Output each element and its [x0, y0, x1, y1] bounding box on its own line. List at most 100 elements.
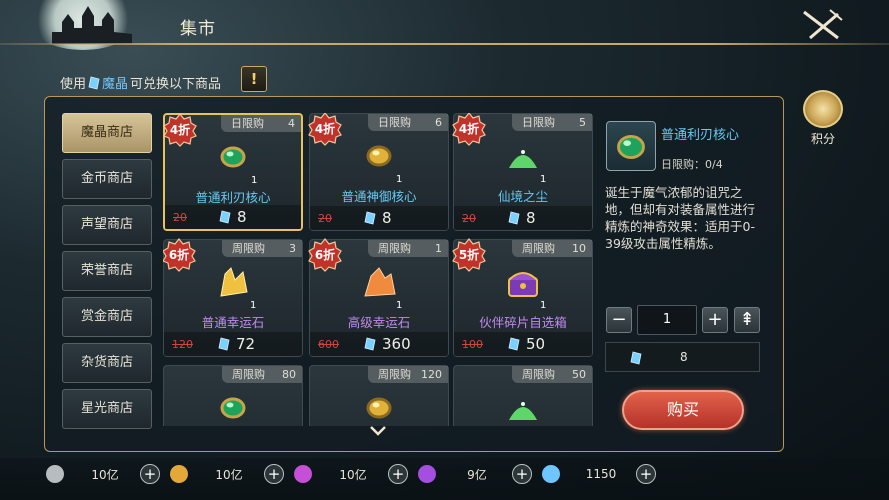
close-crossed-swords-icon[interactable]	[800, 8, 844, 44]
sale-price: 72	[236, 335, 256, 353]
item-name: 普通神御核心	[341, 189, 417, 204]
purchase-limit: 周限购 80	[222, 366, 302, 383]
quantity-max-button[interactable]: ⇞	[734, 307, 760, 333]
total-cost-value: 8	[680, 350, 688, 364]
purchase-limit: 周限购 10	[512, 240, 592, 257]
sidebar-item-grocery-shop[interactable]: 杂货商店	[62, 343, 152, 383]
currency-value: 1150	[585, 467, 617, 481]
detail-item-name: 普通利刃核心	[661, 128, 740, 143]
buy-button[interactable]: 购买	[622, 390, 744, 430]
item-card[interactable]: 周限购 3 6折 1 普通幸运石 120 72	[163, 238, 303, 357]
quantity-minus-button[interactable]: −	[606, 307, 632, 333]
add-currency-button[interactable]: +	[512, 464, 532, 484]
sale-price: 360	[382, 335, 411, 353]
item-quantity: 1	[540, 174, 547, 185]
item-card[interactable]: 周限购 1 6折 1 高级幸运石 600 360	[308, 238, 449, 357]
item-card[interactable]: 周限购1201	[309, 365, 449, 426]
hint-prefix: 使用	[60, 77, 87, 92]
limit-label: 周限购	[522, 242, 555, 255]
treasure-chest-icon	[508, 272, 538, 297]
sidebar-item-starlight-shop[interactable]: 星光商店	[62, 389, 152, 429]
currency-hint: 使用 魔晶 可兑换以下商品	[60, 73, 221, 92]
purchase-limit: 日限购 4	[221, 115, 301, 132]
discount-badge: 4折	[452, 113, 486, 146]
add-currency-button[interactable]: +	[140, 464, 160, 484]
original-price: 120	[172, 337, 193, 351]
header-divider	[0, 43, 889, 45]
item-name: 仙境之尘	[497, 189, 548, 204]
discount-label: 6折	[168, 248, 190, 262]
add-currency-button[interactable]: +	[636, 464, 656, 484]
quantity-input[interactable]: 1	[637, 305, 697, 335]
crystal-icon	[219, 210, 231, 224]
limit-label: 周限购	[522, 368, 555, 381]
discount-label: 5折	[458, 248, 480, 262]
green-dust-icon	[509, 402, 537, 420]
sidebar-item-honor-shop[interactable]: 荣誉商店	[62, 251, 152, 291]
limit-count: 6	[435, 116, 442, 129]
yellow-crystal-icon	[220, 267, 248, 297]
add-currency-button[interactable]: +	[264, 464, 284, 484]
item-name: 高级幸运石	[347, 315, 411, 330]
currency-item: 10亿 +	[46, 463, 160, 485]
discount-label: 6折	[314, 248, 336, 262]
currency-value: 10亿	[215, 467, 243, 482]
price-row: 100 50	[454, 332, 592, 356]
crystal-icon	[508, 337, 520, 351]
sidebar-item-bounty-shop[interactable]: 赏金商店	[62, 297, 152, 337]
item-card[interactable]: 日限购 5 4折 1 仙境之尘 20 8	[452, 113, 593, 231]
item-quantity: 1	[250, 300, 257, 311]
item-grid: 日限购 4 4折 1 普通利刃核心 20 8 日限购 6 4折 1 普通神御核心 20 8 日限购 5 4折 1 仙…	[163, 113, 593, 426]
purchase-limit: 日限购 6	[368, 114, 448, 131]
points-button[interactable]: 积分	[800, 90, 846, 148]
purchase-limit: 日限购 5	[512, 114, 592, 131]
sidebar-item-reputation-shop[interactable]: 声望商店	[62, 205, 152, 245]
limit-count: 120	[421, 368, 442, 381]
purchase-limit: 周限购 3	[222, 240, 302, 257]
crystal-icon	[218, 337, 230, 351]
currency-item: 1150 +	[542, 463, 656, 485]
price-row: 600 360	[310, 332, 448, 356]
original-price: 100	[462, 337, 483, 351]
limit-label: 日限购	[522, 116, 555, 129]
discount-badge: 5折	[452, 238, 486, 272]
item-card[interactable]: 日限购 6 4折 1 普通神御核心 20 8	[308, 113, 449, 231]
original-price: 20	[462, 211, 476, 225]
discount-badge: 6折	[163, 238, 196, 272]
item-card[interactable]: 日限购 4 4折 1 普通利刃核心 20 8	[163, 113, 303, 231]
green-gem-icon	[220, 146, 246, 168]
item-quantity: 1	[396, 174, 403, 185]
discount-label: 4折	[169, 123, 191, 137]
add-currency-button[interactable]: +	[388, 464, 408, 484]
currency-item: 9亿 +	[418, 463, 532, 485]
orange-crystal-icon	[364, 267, 396, 297]
sale-price: 50	[526, 335, 546, 353]
original-price: 20	[318, 211, 332, 225]
quantity-plus-button[interactable]: +	[702, 307, 728, 333]
item-quantity: 1	[396, 300, 403, 311]
crystal-icon	[508, 211, 520, 225]
sidebar-item-magic-crystal-shop[interactable]: 魔晶商店	[62, 113, 152, 153]
limit-label: 日限购	[231, 117, 264, 130]
item-card[interactable]: 周限购501	[453, 365, 593, 426]
limit-count: 4	[288, 117, 295, 130]
green-dust-icon	[509, 150, 537, 168]
chevron-down-icon[interactable]	[369, 425, 387, 437]
gold-gem-icon	[366, 145, 392, 167]
price-row: 20 8	[165, 205, 301, 229]
item-card[interactable]: 周限购 10 5折 1 伙伴碎片自选箱 100 50	[452, 238, 593, 357]
points-label: 积分	[810, 132, 835, 146]
castle-silhouette-icon	[52, 6, 132, 44]
currency-item: 10亿 +	[294, 463, 408, 485]
currency-value: 9亿	[467, 467, 487, 482]
original-price: 600	[318, 337, 339, 351]
gold-gem-icon	[366, 397, 392, 419]
limit-count: 1	[435, 242, 442, 255]
item-card[interactable]: 周限购801	[163, 365, 303, 426]
purchase-limit: 周限购 120	[368, 366, 448, 383]
currency-value: 10亿	[339, 467, 367, 482]
limit-count: 10	[572, 242, 586, 255]
info-button[interactable]: !	[241, 66, 267, 92]
sidebar-item-gold-shop[interactable]: 金币商店	[62, 159, 152, 199]
sale-price: 8	[526, 209, 536, 227]
